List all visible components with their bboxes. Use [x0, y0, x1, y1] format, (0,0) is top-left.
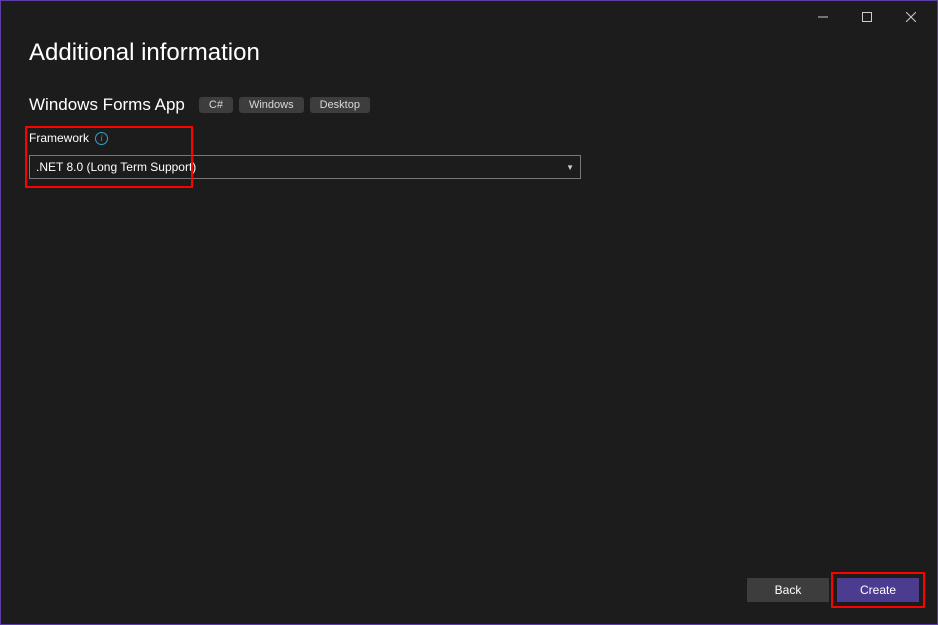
- close-button[interactable]: [889, 2, 933, 32]
- content-area: Additional information Windows Forms App…: [1, 39, 937, 115]
- titlebar: [1, 1, 937, 33]
- framework-selected-value: .NET 8.0 (Long Term Support): [36, 160, 196, 174]
- tag-windows: Windows: [239, 97, 304, 113]
- page-title: Additional information: [29, 39, 909, 67]
- tag-desktop: Desktop: [310, 97, 370, 113]
- template-name: Windows Forms App: [29, 95, 185, 115]
- footer-buttons: Back Create: [747, 578, 919, 602]
- create-button[interactable]: Create: [837, 578, 919, 602]
- tag-csharp: C#: [199, 97, 233, 113]
- tags-container: C# Windows Desktop: [199, 97, 370, 113]
- framework-label: Framework: [29, 131, 89, 145]
- minimize-button[interactable]: [801, 2, 845, 32]
- subheader: Windows Forms App C# Windows Desktop: [29, 95, 909, 115]
- info-icon[interactable]: i: [95, 132, 108, 145]
- back-button[interactable]: Back: [747, 578, 829, 602]
- chevron-down-icon: ▼: [566, 163, 574, 172]
- framework-dropdown[interactable]: .NET 8.0 (Long Term Support) ▼: [29, 155, 581, 179]
- framework-field: Framework i .NET 8.0 (Long Term Support)…: [29, 131, 581, 179]
- maximize-button[interactable]: [845, 2, 889, 32]
- framework-label-row: Framework i: [29, 131, 581, 145]
